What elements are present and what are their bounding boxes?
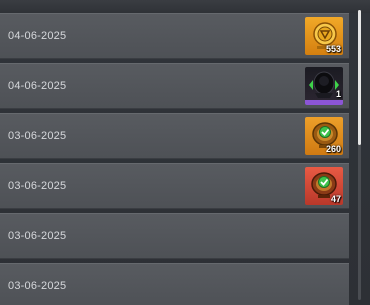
history-row-date: 04-06-2025 (8, 80, 67, 92)
scrollbar-thumb[interactable] (358, 10, 361, 145)
list-scrollbar[interactable] (358, 10, 361, 300)
reward-count: 260 (325, 144, 341, 154)
history-row-date: 03-06-2025 (8, 230, 67, 242)
reward-count: 47 (330, 194, 341, 204)
history-row[interactable]: 03-06-2025 (0, 213, 349, 259)
history-row[interactable]: 03-06-2025 260 (0, 113, 349, 159)
history-row[interactable]: 04-06-2025 1 (0, 63, 349, 109)
reward-history-list[interactable]: 04-06-2025 553 04-06-2025 1 03-06-2025 2… (0, 13, 349, 305)
history-row-date: 03-06-2025 (8, 280, 67, 292)
reward-item[interactable]: 553 (305, 17, 343, 55)
reward-count: 1 (335, 89, 341, 99)
panel-top-edge (0, 0, 370, 13)
reward-item[interactable]: 260 (305, 117, 343, 155)
history-row[interactable]: 03-06-2025 47 (0, 163, 349, 209)
history-row-date: 04-06-2025 (8, 30, 67, 42)
dark-crate-icon (309, 71, 339, 98)
reward-count: 553 (325, 44, 341, 54)
history-row-date: 03-06-2025 (8, 130, 67, 142)
history-row[interactable]: 04-06-2025 553 (0, 13, 349, 59)
history-row-date: 03-06-2025 (8, 180, 67, 192)
reward-item[interactable]: 47 (305, 167, 343, 205)
history-row[interactable]: 03-06-2025 (0, 263, 349, 305)
reward-item[interactable]: 1 (305, 67, 343, 105)
reward-history-panel: 04-06-2025 553 04-06-2025 1 03-06-2025 2… (0, 0, 370, 305)
